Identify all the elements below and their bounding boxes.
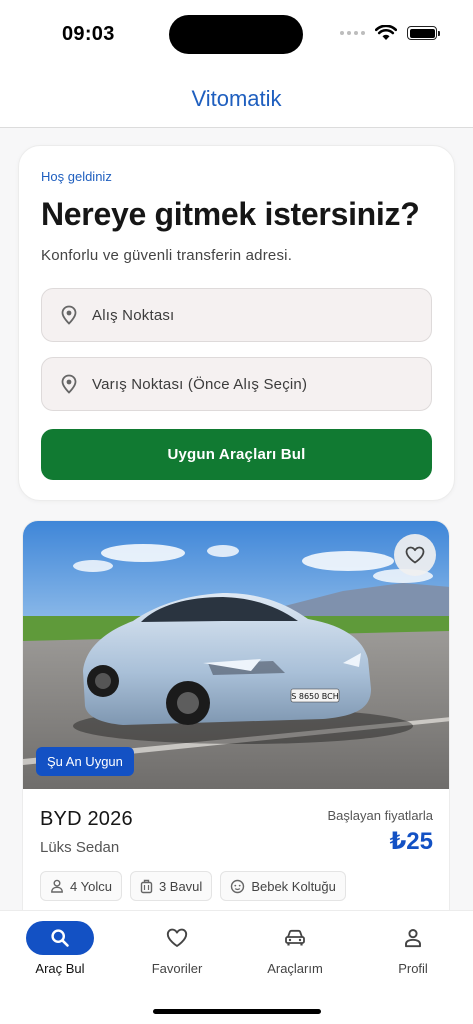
- page-subtitle: Konforlu ve güvenli transferin adresi.: [41, 247, 293, 264]
- person-icon: [51, 879, 63, 893]
- vehicle-card[interactable]: S 8650 BCH Şu An Uygun BYD 2026 Lüks Sed…: [22, 520, 450, 918]
- nav-item-favorites[interactable]: Favoriler: [127, 921, 227, 976]
- pickup-field[interactable]: Alış Noktası: [41, 288, 432, 342]
- nav-item-my-vehicles[interactable]: Araçlarım: [245, 921, 345, 976]
- signal-icon: [340, 31, 365, 35]
- nav-label: Favoriler: [151, 961, 203, 976]
- main-content[interactable]: Hoş geldiniz Nereye gitmek istersiniz? K…: [0, 128, 473, 918]
- feature-chip-luggage: 3 Bavul: [129, 871, 213, 901]
- location-pin-icon: [60, 305, 78, 325]
- feature-label: 3 Bavul: [158, 878, 203, 894]
- pickup-placeholder: Alış Noktası: [92, 306, 175, 324]
- nav-item-profile[interactable]: Profil: [363, 921, 463, 976]
- heart-icon: [166, 928, 188, 947]
- license-plate: S 8650 BCH: [291, 692, 338, 701]
- search-icon: [51, 929, 69, 947]
- search-card: Hoş geldiniz Nereye gitmek istersiniz? K…: [18, 145, 455, 501]
- vehicle-name: BYD 2026: [40, 808, 133, 830]
- car-icon: [285, 929, 305, 946]
- price-caption: Başlayan fiyatlarla: [327, 808, 434, 823]
- feature-label: 4 Yolcu: [70, 878, 112, 894]
- feature-chip-baby-seat: Bebek Koltuğu: [220, 871, 346, 901]
- feature-label: Bebek Koltuğu: [251, 878, 336, 894]
- bottom-navigation: Araç Bul Favoriler Araçlarım Profil: [0, 910, 473, 1024]
- app-header: Vitomatik: [0, 70, 473, 128]
- find-vehicles-button[interactable]: Uygun Araçları Bul: [41, 429, 432, 480]
- luggage-icon: [140, 879, 153, 893]
- nav-label: Araç Bul: [35, 961, 85, 976]
- welcome-text: Hoş geldiniz: [41, 169, 112, 184]
- baby-face-icon: [231, 879, 245, 893]
- status-time: 09:03: [62, 23, 115, 45]
- feature-chip-passengers: 4 Yolcu: [40, 871, 122, 901]
- favorite-button[interactable]: [394, 534, 436, 576]
- nav-label: Araçlarım: [267, 961, 323, 976]
- dropoff-placeholder: Varış Noktası (Önce Alış Seçin): [92, 375, 308, 393]
- location-pin-icon: [60, 374, 78, 394]
- status-bar: 09:03: [0, 0, 473, 70]
- vehicle-price: ₺25: [389, 828, 433, 855]
- nav-item-find-vehicle[interactable]: Araç Bul: [10, 921, 110, 976]
- profile-icon: [405, 929, 421, 948]
- status-icons: [340, 25, 440, 41]
- wifi-icon: [375, 25, 397, 40]
- vehicle-class: Lüks Sedan: [40, 839, 120, 856]
- heart-icon: [405, 546, 425, 564]
- availability-badge: Şu An Uygun: [36, 747, 134, 776]
- battery-icon: [407, 26, 440, 40]
- home-indicator: [153, 1009, 321, 1014]
- nav-label: Profil: [398, 961, 428, 976]
- vehicle-features: 4 Yolcu 3 Bavul Bebek Koltuğu: [40, 871, 346, 901]
- page-headline: Nereye gitmek istersiniz?: [41, 196, 420, 232]
- dynamic-island: [169, 15, 303, 54]
- dropoff-field[interactable]: Varış Noktası (Önce Alış Seçin): [41, 357, 432, 411]
- app-title: Vitomatik: [191, 85, 282, 111]
